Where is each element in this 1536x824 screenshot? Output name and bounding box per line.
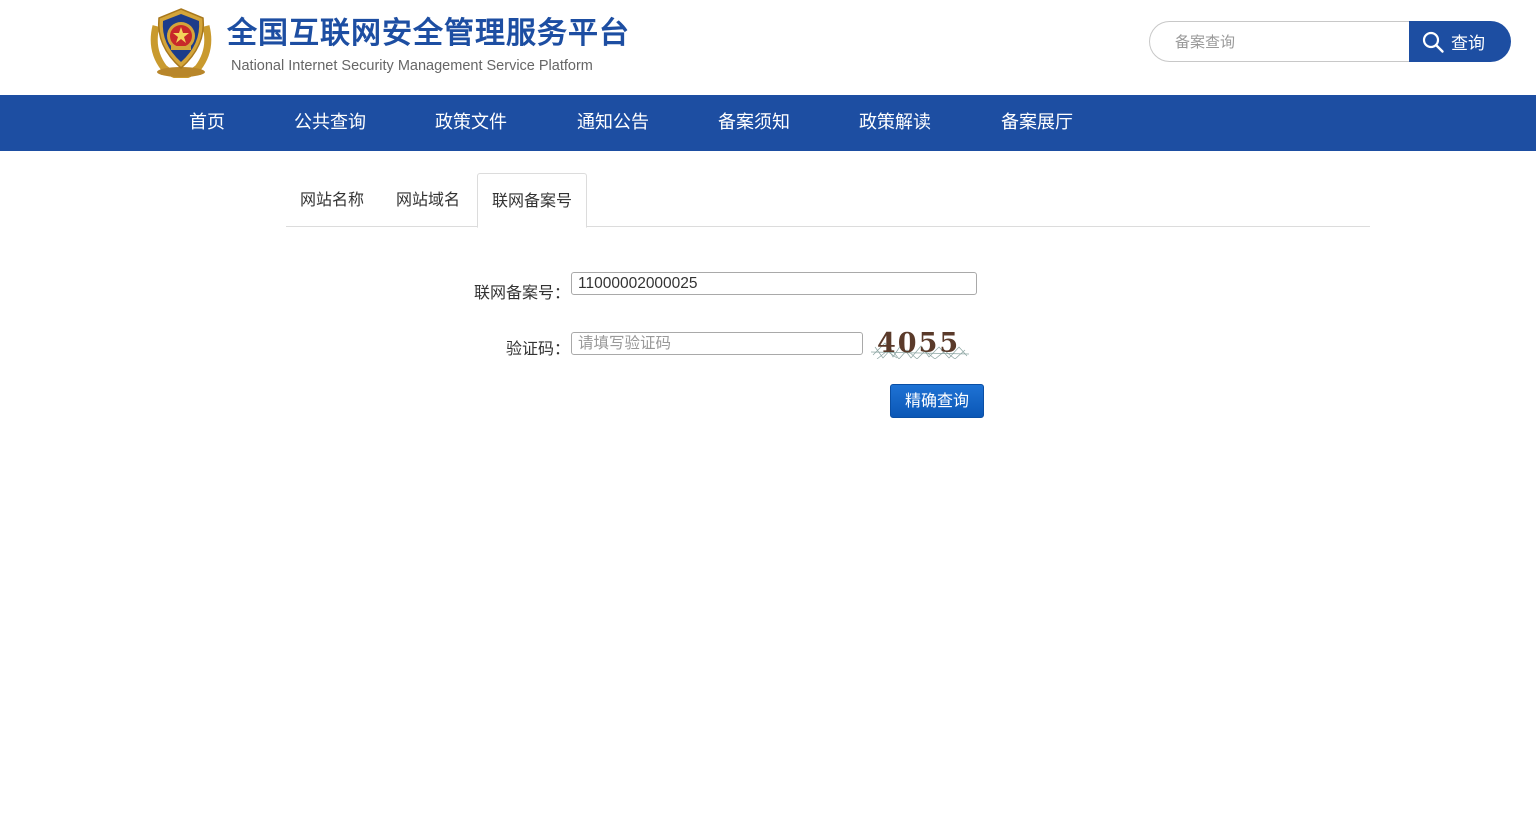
nav-item-filing-guide[interactable]: 备案须知 xyxy=(718,95,790,151)
nav-item-policy-docs[interactable]: 政策文件 xyxy=(435,95,507,151)
search-icon xyxy=(1422,31,1444,53)
site-header: 全国互联网安全管理服务平台 National Internet Security… xyxy=(0,0,1536,95)
record-number-label: 联网备案号： xyxy=(474,283,571,302)
site-subtitle: National Internet Security Management Se… xyxy=(231,58,593,74)
exact-query-button[interactable]: 精确查询 xyxy=(890,384,984,418)
search-input[interactable] xyxy=(1149,21,1419,62)
captcha-image[interactable]: 4055 xyxy=(870,325,970,360)
nav-item-home[interactable]: 首页 xyxy=(189,95,225,151)
query-tabs: 网站名称 网站域名 联网备案号 xyxy=(286,173,1370,228)
site-title: 全国互联网安全管理服务平台 xyxy=(227,16,630,51)
captcha-label: 验证码： xyxy=(506,339,571,358)
main-nav: 首页 公共查询 政策文件 通知公告 备案须知 政策解读 备案展厅 xyxy=(0,95,1536,151)
tab-site-name[interactable]: 网站名称 xyxy=(300,173,364,227)
police-emblem-logo xyxy=(148,6,214,80)
nav-item-notices[interactable]: 通知公告 xyxy=(577,95,649,151)
tab-site-domain[interactable]: 网站域名 xyxy=(396,173,460,227)
nav-item-policy-interpretation[interactable]: 政策解读 xyxy=(859,95,931,151)
nav-item-public-query[interactable]: 公共查询 xyxy=(294,95,366,151)
search-button-label: 查询 xyxy=(1451,34,1485,54)
captcha-text: 4055 xyxy=(877,328,960,359)
header-search: 查询 xyxy=(1149,21,1511,62)
captcha-input[interactable] xyxy=(571,332,863,355)
record-number-input[interactable] xyxy=(571,272,977,295)
nav-item-filing-showcase[interactable]: 备案展厅 xyxy=(1001,95,1073,151)
search-button[interactable]: 查询 xyxy=(1409,21,1511,62)
tab-record-number[interactable]: 联网备案号 xyxy=(477,173,588,228)
